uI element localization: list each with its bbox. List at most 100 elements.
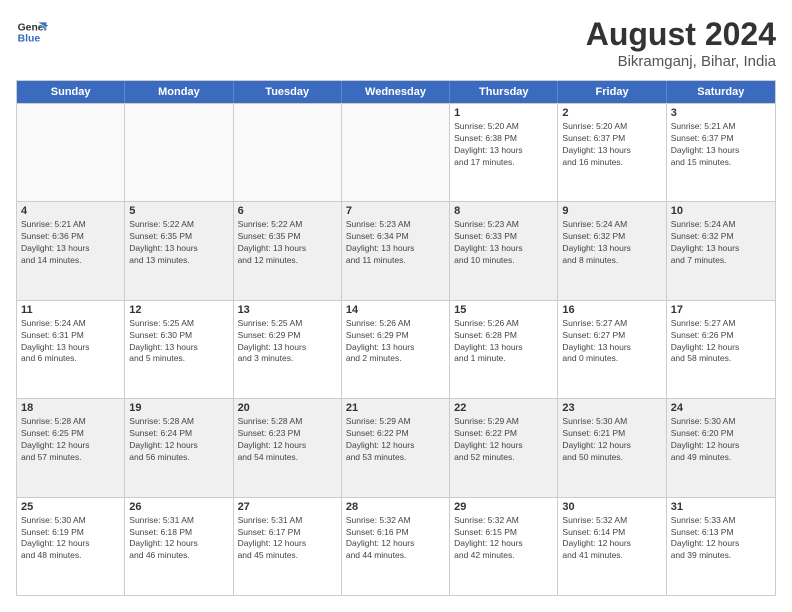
week-row-1: 1 Sunrise: 5:20 AM Sunset: 6:38 PM Daylig… xyxy=(17,103,775,201)
day-number: 18 xyxy=(21,402,120,414)
day-cell xyxy=(234,104,342,201)
day-cell: 17 Sunrise: 5:27 AM Sunset: 6:26 PM Dayli… xyxy=(667,301,775,398)
day-number: 20 xyxy=(238,402,337,414)
day-info: Sunrise: 5:20 AM Sunset: 6:38 PM Dayligh… xyxy=(454,121,553,169)
day-cell: 19Sunrise: 5:28 AM Sunset: 6:24 PM Dayli… xyxy=(125,399,233,496)
day-info: Sunrise: 5:24 AM Sunset: 6:31 PM Dayligh… xyxy=(21,318,120,366)
day-info: Sunrise: 5:27 AM Sunset: 6:27 PM Dayligh… xyxy=(562,318,661,366)
day-info: Sunrise: 5:25 AM Sunset: 6:29 PM Dayligh… xyxy=(238,318,337,366)
day-number: 17 xyxy=(671,304,771,316)
day-number: 5 xyxy=(129,205,228,217)
day-info: Sunrise: 5:31 AM Sunset: 6:18 PM Dayligh… xyxy=(129,515,228,563)
day-info: Sunrise: 5:24 AM Sunset: 6:32 PM Dayligh… xyxy=(671,219,771,267)
day-number: 12 xyxy=(129,304,228,316)
week-row-4: 18 Sunrise: 5:28 AM Sunset: 6:25 PM Dayli… xyxy=(17,398,775,496)
day-info: Sunrise: 5:20 AM Sunset: 6:37 PM Dayligh… xyxy=(562,121,661,169)
header-day-wednesday: Wednesday xyxy=(342,81,450,103)
day-number: 16 xyxy=(562,304,661,316)
day-cell xyxy=(125,104,233,201)
day-cell: 25 Sunrise: 5:30 AM Sunset: 6:19 PM Dayli… xyxy=(17,498,125,595)
header-day-monday: Monday xyxy=(125,81,233,103)
day-info: Sunrise: 5:29 AM Sunset: 6:22 PM Dayligh… xyxy=(454,416,553,464)
day-number: 3 xyxy=(671,107,771,119)
day-number: 9 xyxy=(562,205,661,217)
header-day-sunday: Sunday xyxy=(17,81,125,103)
calendar-body: 1 Sunrise: 5:20 AM Sunset: 6:38 PM Daylig… xyxy=(17,103,775,595)
day-number: 26 xyxy=(129,501,228,513)
day-info: Sunrise: 5:31 AM Sunset: 6:17 PM Dayligh… xyxy=(238,515,337,563)
day-cell: 30 Sunrise: 5:32 AM Sunset: 6:14 PM Dayli… xyxy=(558,498,666,595)
day-info: Sunrise: 5:25 AM Sunset: 6:30 PM Dayligh… xyxy=(129,318,228,366)
svg-text:Blue: Blue xyxy=(18,34,41,45)
day-info: Sunrise: 5:30 AM Sunset: 6:19 PM Dayligh… xyxy=(21,515,120,563)
day-number: 13 xyxy=(238,304,337,316)
header: General Blue August 2024 Bikramganj, Bih… xyxy=(16,16,776,70)
day-number: 11 xyxy=(21,304,120,316)
day-info: Sunrise: 5:23 AM Sunset: 6:34 PM Dayligh… xyxy=(346,219,445,267)
title-block: August 2024 Bikramganj, Bihar, India xyxy=(586,16,776,70)
day-number: 8 xyxy=(454,205,553,217)
day-cell: 27 Sunrise: 5:31 AM Sunset: 6:17 PM Dayli… xyxy=(234,498,342,595)
day-number: 24 xyxy=(671,402,771,414)
day-info: Sunrise: 5:29 AM Sunset: 6:22 PM Dayligh… xyxy=(346,416,445,464)
day-cell: 9 Sunrise: 5:24 AM Sunset: 6:32 PM Daylig… xyxy=(558,202,666,299)
day-cell: 7 Sunrise: 5:23 AM Sunset: 6:34 PM Daylig… xyxy=(342,202,450,299)
day-cell: 18 Sunrise: 5:28 AM Sunset: 6:25 PM Dayli… xyxy=(17,399,125,496)
day-cell: 6 Sunrise: 5:22 AM Sunset: 6:35 PM Daylig… xyxy=(234,202,342,299)
day-info: Sunrise: 5:32 AM Sunset: 6:16 PM Dayligh… xyxy=(346,515,445,563)
day-info: Sunrise: 5:33 AM Sunset: 6:13 PM Dayligh… xyxy=(671,515,771,563)
page: General Blue August 2024 Bikramganj, Bih… xyxy=(0,0,792,612)
day-number: 31 xyxy=(671,501,771,513)
day-cell: 10 Sunrise: 5:24 AM Sunset: 6:32 PM Dayli… xyxy=(667,202,775,299)
day-info: Sunrise: 5:21 AM Sunset: 6:37 PM Dayligh… xyxy=(671,121,771,169)
day-cell: 21 Sunrise: 5:29 AM Sunset: 6:22 PM Dayli… xyxy=(342,399,450,496)
subtitle: Bikramganj, Bihar, India xyxy=(586,53,776,70)
day-number: 23 xyxy=(562,402,661,414)
day-number: 30 xyxy=(562,501,661,513)
day-number: 28 xyxy=(346,501,445,513)
week-row-3: 11 Sunrise: 5:24 AM Sunset: 6:31 PM Dayli… xyxy=(17,300,775,398)
day-number: 25 xyxy=(21,501,120,513)
day-cell: 28 Sunrise: 5:32 AM Sunset: 6:16 PM Dayli… xyxy=(342,498,450,595)
header-day-thursday: Thursday xyxy=(450,81,558,103)
day-cell: 16 Sunrise: 5:27 AM Sunset: 6:27 PM Dayli… xyxy=(558,301,666,398)
day-cell: 31 Sunrise: 5:33 AM Sunset: 6:13 PM Dayli… xyxy=(667,498,775,595)
header-day-friday: Friday xyxy=(558,81,666,103)
day-number: 27 xyxy=(238,501,337,513)
day-cell: 11 Sunrise: 5:24 AM Sunset: 6:31 PM Dayli… xyxy=(17,301,125,398)
day-cell: 3 Sunrise: 5:21 AM Sunset: 6:37 PM Daylig… xyxy=(667,104,775,201)
day-number: 21 xyxy=(346,402,445,414)
logo: General Blue xyxy=(16,16,48,48)
day-cell: 23Sunrise: 5:30 AM Sunset: 6:21 PM Dayli… xyxy=(558,399,666,496)
week-row-5: 25 Sunrise: 5:30 AM Sunset: 6:19 PM Dayli… xyxy=(17,497,775,595)
day-cell: 1 Sunrise: 5:20 AM Sunset: 6:38 PM Daylig… xyxy=(450,104,558,201)
week-row-2: 4Sunrise: 5:21 AM Sunset: 6:36 PM Daylig… xyxy=(17,201,775,299)
day-cell: 26 Sunrise: 5:31 AM Sunset: 6:18 PM Dayli… xyxy=(125,498,233,595)
day-info: Sunrise: 5:30 AM Sunset: 6:20 PM Dayligh… xyxy=(671,416,771,464)
day-cell xyxy=(342,104,450,201)
day-number: 1 xyxy=(454,107,553,119)
day-number: 22 xyxy=(454,402,553,414)
day-number: 7 xyxy=(346,205,445,217)
day-number: 10 xyxy=(671,205,771,217)
day-info: Sunrise: 5:32 AM Sunset: 6:14 PM Dayligh… xyxy=(562,515,661,563)
day-number: 15 xyxy=(454,304,553,316)
day-info: Sunrise: 5:27 AM Sunset: 6:26 PM Dayligh… xyxy=(671,318,771,366)
day-info: Sunrise: 5:26 AM Sunset: 6:28 PM Dayligh… xyxy=(454,318,553,366)
day-info: Sunrise: 5:21 AM Sunset: 6:36 PM Dayligh… xyxy=(21,219,120,267)
day-info: Sunrise: 5:23 AM Sunset: 6:33 PM Dayligh… xyxy=(454,219,553,267)
day-info: Sunrise: 5:22 AM Sunset: 6:35 PM Dayligh… xyxy=(129,219,228,267)
day-info: Sunrise: 5:26 AM Sunset: 6:29 PM Dayligh… xyxy=(346,318,445,366)
day-info: Sunrise: 5:22 AM Sunset: 6:35 PM Dayligh… xyxy=(238,219,337,267)
day-cell: 22 Sunrise: 5:29 AM Sunset: 6:22 PM Dayli… xyxy=(450,399,558,496)
day-cell: 8 Sunrise: 5:23 AM Sunset: 6:33 PM Daylig… xyxy=(450,202,558,299)
day-cell: 12 Sunrise: 5:25 AM Sunset: 6:30 PM Dayli… xyxy=(125,301,233,398)
day-number: 19 xyxy=(129,402,228,414)
day-info: Sunrise: 5:28 AM Sunset: 6:25 PM Dayligh… xyxy=(21,416,120,464)
day-cell: 4Sunrise: 5:21 AM Sunset: 6:36 PM Daylig… xyxy=(17,202,125,299)
day-cell: 24 Sunrise: 5:30 AM Sunset: 6:20 PM Dayli… xyxy=(667,399,775,496)
day-info: Sunrise: 5:24 AM Sunset: 6:32 PM Dayligh… xyxy=(562,219,661,267)
day-number: 6 xyxy=(238,205,337,217)
day-cell: 14Sunrise: 5:26 AM Sunset: 6:29 PM Dayli… xyxy=(342,301,450,398)
main-title: August 2024 xyxy=(586,16,776,53)
